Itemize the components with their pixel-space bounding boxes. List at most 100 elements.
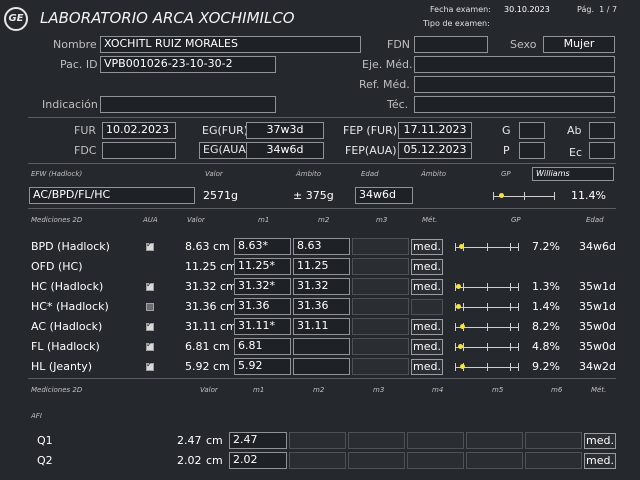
afi-method-button[interactable]: med. [584,433,616,449]
sex-field[interactable]: Mujer [543,36,615,53]
m1-field[interactable]: 31.32* [234,278,291,295]
gp-marker [456,304,461,309]
afi-m4-header: m4 [432,386,444,394]
exam-type-label: Tipo de examen: [423,19,490,28]
afi-m3-field[interactable] [348,432,405,449]
gp-tick [524,192,525,200]
afi-m1-field[interactable]: 2.47 [229,432,287,449]
gp-tick [463,343,464,351]
gp-method-field[interactable]: Williams [532,167,614,181]
m2-field[interactable] [293,338,350,355]
fep-aua-label: FEP(AUA) [345,144,397,157]
m1-field[interactable]: 31.11* [234,318,291,335]
measurement-value: 31.11 cm [185,320,237,333]
gp-marker [460,324,465,329]
m2d-m2-header: m2 [318,216,330,224]
gp-tick [463,303,464,311]
afi-m1-field[interactable]: 2.02 [229,452,287,469]
m3-field[interactable] [352,338,409,355]
ab-label: Ab [567,124,582,137]
gp-tick [518,243,519,251]
method-button[interactable]: med. [411,359,443,375]
method-button[interactable]: med. [411,319,443,335]
m2d-method-header: Mét. [422,216,438,224]
aua-checkbox[interactable] [146,303,154,311]
m2-field[interactable]: 11.25 [293,258,350,275]
gp-tick [487,363,488,371]
g-field[interactable] [519,122,545,139]
m3-field[interactable] [352,258,409,275]
aua-checkbox[interactable] [146,320,154,331]
m3-field[interactable] [352,238,409,255]
afi-m6-field[interactable] [525,432,582,449]
m2-field[interactable] [293,358,350,375]
gp-graph [455,241,519,253]
afi-unit: cm [206,434,223,447]
method-button[interactable]: med. [411,239,443,255]
gp-tick [510,303,511,311]
m1-field[interactable]: 6.81 [234,338,291,355]
m1-field[interactable]: 31.36 [234,298,291,315]
m1-field[interactable]: 8.63* [234,238,291,255]
ec-field[interactable] [589,142,615,159]
gp-marker [458,344,463,349]
ref-med-field[interactable] [414,76,615,93]
gestational-age: 35w1d [579,280,616,293]
name-field[interactable]: XOCHITL RUIZ MORALES [100,36,361,53]
m2-field[interactable]: 8.63 [293,238,350,255]
method-button[interactable]: med. [411,279,443,295]
p-label: P [503,144,510,157]
fdc-field[interactable] [102,142,176,159]
gp-tick [510,323,511,331]
aua-checkbox[interactable] [146,280,154,291]
indication-field[interactable] [100,96,276,113]
ab-field[interactable] [589,122,615,139]
m3-field[interactable] [352,358,409,375]
eje-med-field[interactable] [414,56,615,73]
tec-field[interactable] [414,96,615,113]
m2-field[interactable]: 31.32 [293,278,350,295]
method-button[interactable]: med. [411,259,443,275]
gp-tick [510,283,511,291]
m2-field[interactable]: 31.36 [293,298,350,315]
eg-aua-field[interactable]: 34w6d [246,142,324,159]
p-field[interactable] [519,142,545,159]
afi-m5-field[interactable] [466,432,523,449]
eg-fur-field[interactable]: 37w3d [246,122,324,139]
tec-label: Téc. [387,98,409,111]
measurement-value: 8.63 cm [185,240,230,253]
afi-m2-field[interactable] [289,452,346,469]
aua-checkbox[interactable] [146,360,154,371]
afi-m3-field[interactable] [348,452,405,469]
m2-field[interactable]: 31.11 [293,318,350,335]
gp-graph [455,301,519,313]
gestational-age: 34w2d [579,360,616,373]
gp-tick [487,303,488,311]
fdn-field[interactable] [414,36,488,53]
m1-field[interactable]: 11.25* [234,258,291,275]
afi-m4-field[interactable] [407,452,464,469]
m3-field[interactable] [352,278,409,295]
m3-field[interactable] [352,318,409,335]
fur-field[interactable]: 10.02.2023 [102,122,176,139]
method-button[interactable] [411,299,443,315]
m1-field[interactable]: 5.92 [234,358,291,375]
sex-label: Sexo [510,38,537,51]
fep-fur-field[interactable]: 17.11.2023 [398,122,472,139]
aua-checkbox[interactable] [146,240,154,251]
m3-field[interactable] [352,298,409,315]
afi-m2-field[interactable] [289,432,346,449]
afi-m6-field[interactable] [525,452,582,469]
afi-m5-field[interactable] [466,452,523,469]
method-button[interactable]: med. [411,339,443,355]
afi-m4-field[interactable] [407,432,464,449]
eg-aua-label[interactable]: EG(AUA) [199,142,247,159]
fep-aua-field[interactable]: 05.12.2023 [398,142,472,159]
afi-method-button[interactable]: med. [584,453,616,469]
patient-id-field[interactable]: VPB001026-23-10-30-2 [100,56,276,73]
efw-formula-field[interactable]: AC/BPD/FL/HC [29,187,195,204]
gp-tick [455,363,456,371]
gp-tick [554,192,555,200]
aua-checkbox[interactable] [146,340,154,351]
m2d-age-header: Edad [586,216,604,224]
